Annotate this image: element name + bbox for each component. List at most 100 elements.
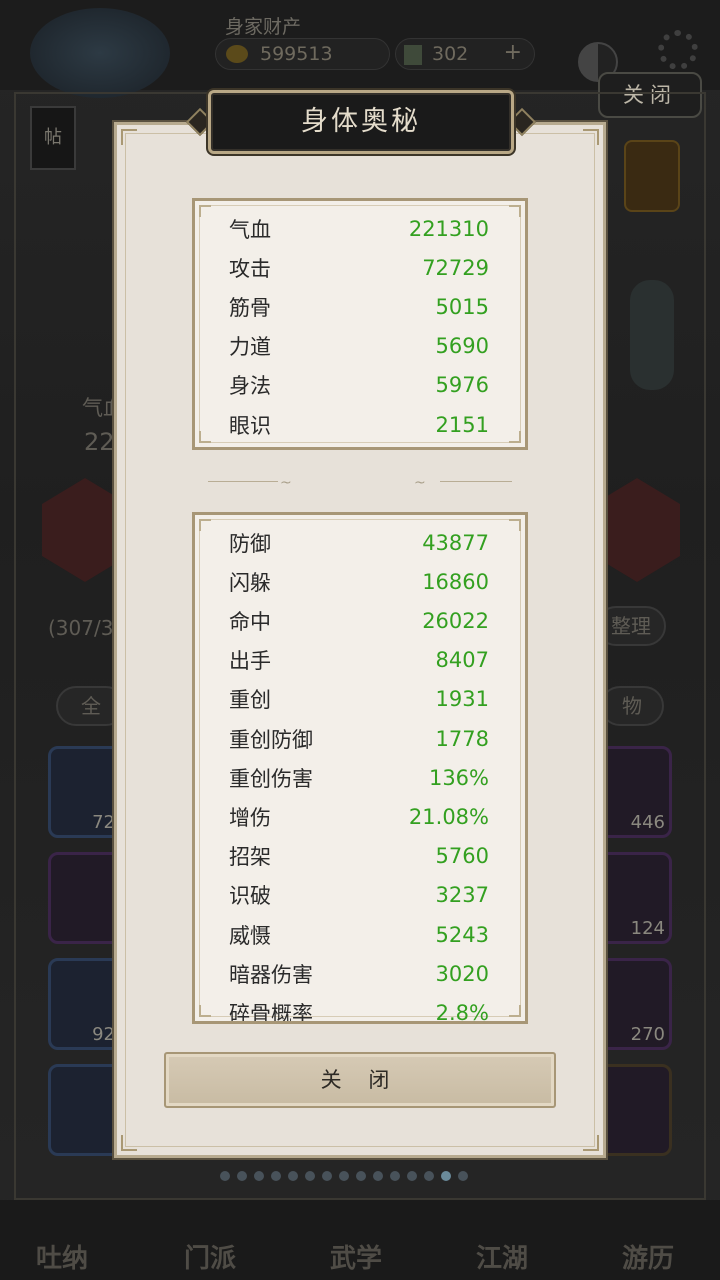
page-dot [424, 1171, 434, 1181]
advanced-stats-panel[interactable]: 防御 43877 闪躲 16860 命中 26022 出手 8407 重创 1931 重创防御 177… [192, 512, 528, 1024]
stat-name: 力道 [229, 335, 271, 360]
gem-counter: 302 + [395, 38, 535, 70]
stat-value: 3020 [435, 961, 489, 986]
stat-row: 增伤 21.08% [229, 797, 489, 836]
page-dot [322, 1171, 332, 1181]
stat-value: 5015 [435, 294, 489, 319]
page-dot [356, 1171, 366, 1181]
nav-item-jianghu: 江湖 [476, 1244, 529, 1274]
stat-row: 力道 5690 [229, 327, 489, 366]
slot-count: 92 [92, 1024, 115, 1045]
slot-count: 72 [92, 812, 115, 833]
stat-value: 3237 [435, 883, 489, 908]
divider-line [440, 481, 512, 482]
stat-name: 招架 [229, 845, 271, 870]
corner-ornament [583, 1135, 599, 1151]
stat-name: 碎骨概率 [229, 1001, 313, 1024]
stat-name: 命中 [229, 609, 271, 634]
stat-value: 1931 [435, 687, 489, 712]
stat-value: 43877 [422, 530, 489, 555]
bg-inventory-slot: 446 [598, 746, 672, 838]
ban-badge-icon [624, 140, 680, 212]
page-dot [373, 1171, 383, 1181]
basic-stats-panel: 气血 221310 攻击 72729 筋骨 5015 力道 5690 身法 5976 眼识 2151 [192, 198, 528, 450]
coin-amount: 599513 [260, 43, 333, 65]
page-dot [254, 1171, 264, 1181]
stat-value: 72729 [422, 255, 489, 280]
corner-ornament [199, 1005, 211, 1017]
stat-value: 2151 [435, 412, 489, 437]
nav-item-martial: 武学 [330, 1244, 383, 1274]
corner-ornament [509, 519, 521, 531]
nav-item-travel: 游历 [622, 1244, 675, 1274]
stat-name: 气血 [229, 217, 271, 242]
stat-name: 威慑 [229, 923, 271, 948]
page-dot [220, 1171, 230, 1181]
stat-name: 重创 [229, 688, 271, 713]
stat-row: 暗器伤害 3020 [229, 954, 489, 993]
stat-value: 2.8% [435, 1000, 489, 1024]
divider-line [208, 481, 278, 482]
stat-value: 5243 [435, 922, 489, 947]
stat-row: 碎骨概率 2.8% [229, 993, 489, 1024]
gem-amount: 302 [432, 43, 469, 65]
nav-item-tuna: 吐纳 [36, 1244, 89, 1274]
close-button[interactable]: 关 闭 [164, 1052, 556, 1108]
stat-name: 识破 [229, 884, 271, 909]
slot-count: 270 [630, 1024, 665, 1045]
corner-ornament [509, 205, 521, 217]
corner-ornament [121, 1135, 137, 1151]
stat-name: 闪躲 [229, 570, 271, 595]
stat-name: 重创伤害 [229, 766, 313, 791]
stat-name: 出手 [229, 649, 271, 674]
coin-counter: 599513 [215, 38, 390, 70]
stat-row: 筋骨 5015 [229, 287, 489, 326]
stat-row: 重创防御 1778 [229, 719, 489, 758]
bg-inventory-slot [598, 1064, 672, 1156]
section-divider: ~ ~ [208, 475, 512, 491]
corner-ornament [199, 431, 211, 443]
bg-sort-button: 整理 [596, 606, 666, 646]
bg-hp-value: 22 [84, 428, 115, 456]
page-dot [237, 1171, 247, 1181]
stat-name: 眼识 [229, 413, 271, 438]
post-badge: 帖 [30, 106, 76, 170]
bg-inventory-slot: 92 [48, 958, 122, 1050]
page-dot [458, 1171, 468, 1181]
nav-item-sect: 门派 [184, 1244, 237, 1274]
stat-value: 16860 [422, 569, 489, 594]
gear-icon [658, 30, 698, 70]
stat-row: 招架 5760 [229, 837, 489, 876]
stat-row: 防御 43877 [229, 523, 489, 562]
stat-row: 闪躲 16860 [229, 562, 489, 601]
coin-icon [226, 45, 248, 63]
page-indicator [220, 1166, 510, 1181]
stat-value: 136% [428, 765, 489, 790]
page-dot [305, 1171, 315, 1181]
dialog-title: 身体奥秘 [208, 90, 514, 154]
page-dot [271, 1171, 281, 1181]
bg-inventory-slot [48, 852, 122, 944]
corner-ornament [199, 205, 211, 217]
player-avatar [30, 8, 170, 98]
corner-ornament [121, 129, 137, 145]
stat-value: 221310 [408, 216, 489, 241]
add-gem-button: + [503, 40, 522, 65]
slot-count: 124 [630, 918, 665, 939]
stat-row: 身法 5976 [229, 366, 489, 405]
bg-inventory-slot: 270 [598, 958, 672, 1050]
stat-value: 5760 [435, 844, 489, 869]
stat-row: 出手 8407 [229, 641, 489, 680]
stat-value: 5690 [435, 334, 489, 359]
stat-value: 5976 [435, 373, 489, 398]
stat-value: 8407 [435, 648, 489, 673]
stat-name: 防御 [229, 531, 271, 556]
stat-row: 命中 26022 [229, 601, 489, 640]
bg-inventory-slot: 124 [598, 852, 672, 944]
stat-value: 1778 [435, 726, 489, 751]
bg-tab-items: 物 [600, 686, 664, 726]
bg-inventory-slot: 72 [48, 746, 122, 838]
divider-flourish: ~ [280, 475, 292, 491]
divider-flourish: ~ [414, 475, 426, 491]
stat-row: 攻击 72729 [229, 248, 489, 287]
